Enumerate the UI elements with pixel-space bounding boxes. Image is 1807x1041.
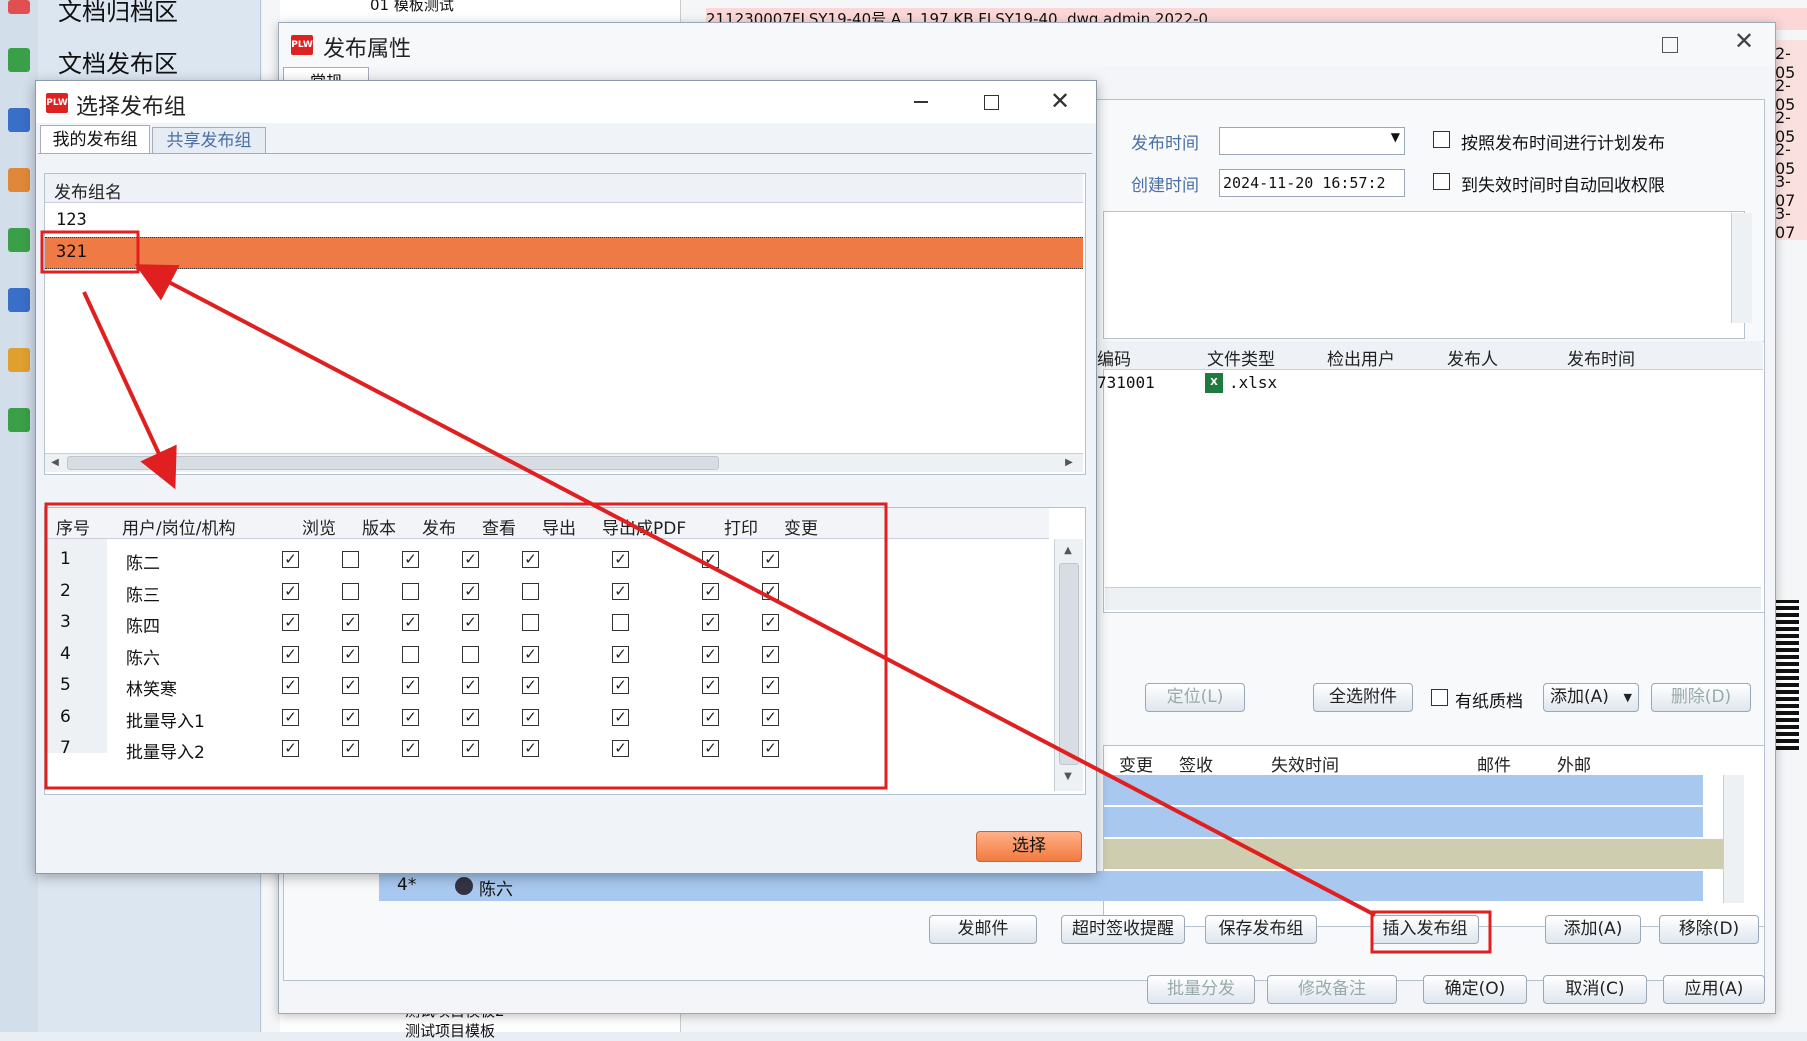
highlight-box-insert-group [1370,910,1492,954]
highlight-box-group-321 [40,230,140,274]
arrow-group-to-members [82,291,177,490]
highlight-box-members [44,502,888,790]
annotation-overlay [40,230,1492,954]
arrow-insert-to-group [134,264,1376,917]
